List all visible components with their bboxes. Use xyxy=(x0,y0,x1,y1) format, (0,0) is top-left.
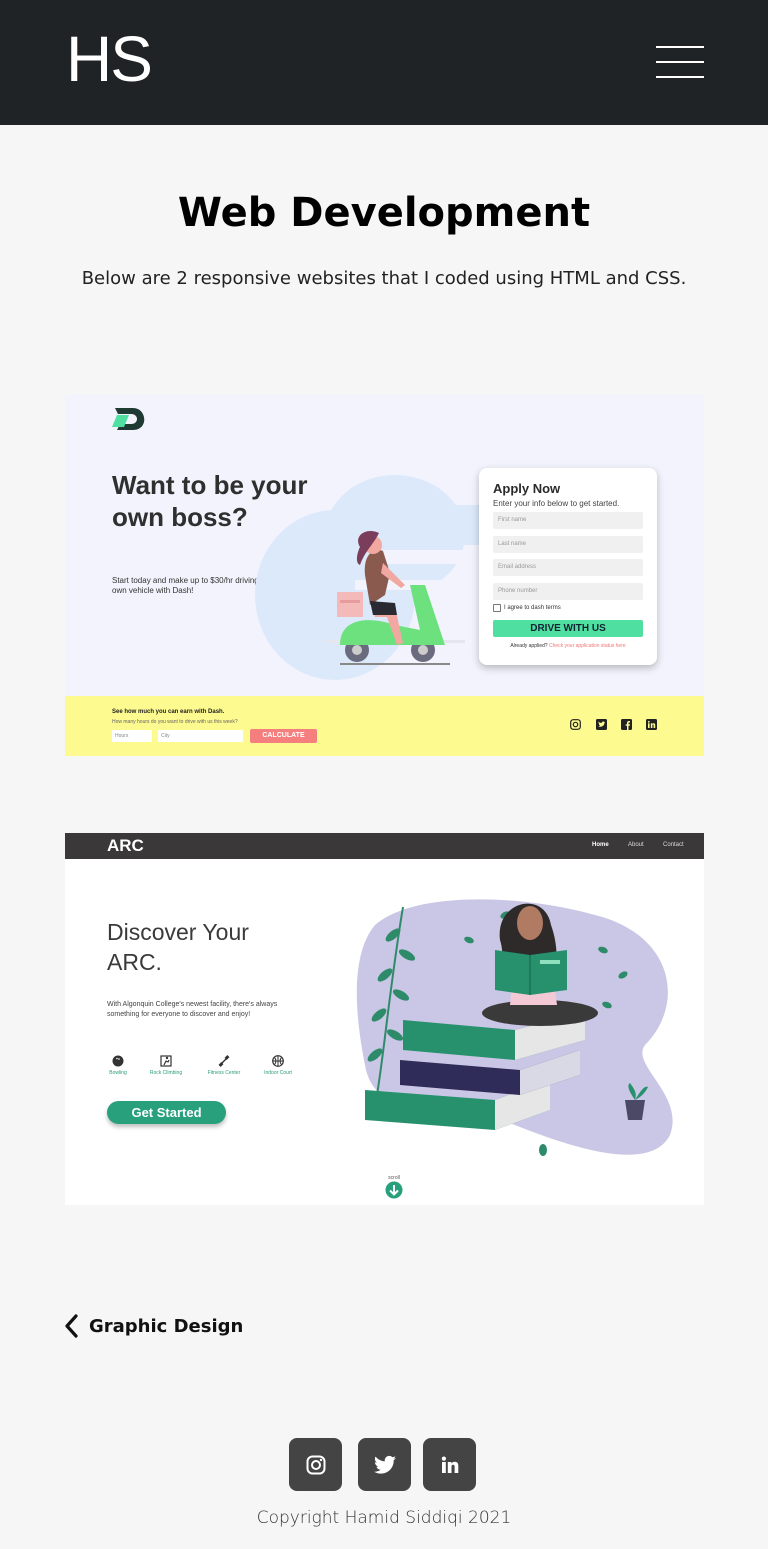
arc-subtext: With Algonquin College's newest facility… xyxy=(107,1001,278,1018)
calculate-button[interactable]: CALCULATE xyxy=(250,729,317,743)
earnings-calculator: See how much you can earn with Dash. How… xyxy=(65,696,704,756)
linkedin-icon xyxy=(441,1456,458,1473)
footer-instagram-button[interactable] xyxy=(289,1438,342,1491)
email-field[interactable]: Email address xyxy=(493,559,643,576)
scooter-illustration xyxy=(255,475,485,680)
calc-title: See how much you can earn with Dash. xyxy=(112,709,225,715)
basketball-icon xyxy=(272,1055,284,1067)
facebook-icon[interactable] xyxy=(621,719,632,730)
arrow-down-circle-icon xyxy=(385,1181,403,1199)
arc-feature-fitness-center: Fitness Center xyxy=(199,1055,249,1076)
chevron-left-icon xyxy=(65,1314,78,1338)
get-started-button[interactable]: Get Started xyxy=(107,1101,226,1124)
agree-terms-label: I agree to dash terms xyxy=(504,605,561,611)
arc-feature-label: Bowling xyxy=(109,1070,127,1076)
arc-navbar: ARC Home About Contact xyxy=(65,833,704,859)
arc-feature-rock-climbing: Rock Climbing xyxy=(141,1055,191,1076)
site-header: HS xyxy=(0,0,768,125)
arc-feature-label: Indoor Court xyxy=(264,1070,292,1076)
apply-subtitle: Enter your info below to get started. xyxy=(493,499,620,508)
calc-subtitle: How many hours do you want to drive with… xyxy=(112,719,238,725)
last-name-field[interactable]: Last name xyxy=(493,536,643,553)
copyright-text: Copyright Hamid Siddiqi 2021 xyxy=(256,1508,512,1528)
dash-website-screenshot[interactable]: Want to be your own boss? Start today an… xyxy=(65,395,704,756)
agree-terms-checkbox[interactable]: I agree to dash terms xyxy=(493,604,561,612)
arc-website-screenshot[interactable]: ARC Home About Contact Discover Your ARC… xyxy=(65,833,704,1205)
apply-footer: Already applied? Check your application … xyxy=(479,643,657,649)
apply-form-card: Apply Now Enter your info below to get s… xyxy=(479,468,657,665)
drive-with-us-button[interactable]: DRIVE WITH US xyxy=(493,620,643,637)
arc-feature-label: Rock Climbing xyxy=(149,1070,183,1076)
already-applied-text: Already applied? xyxy=(510,643,548,649)
scroll-indicator[interactable]: scroll xyxy=(385,1175,403,1203)
page-intro: Below are 2 responsive websites that I c… xyxy=(81,268,687,289)
linkedin-icon[interactable] xyxy=(646,719,657,730)
page-title: Web Development xyxy=(177,190,591,236)
menu-icon[interactable] xyxy=(656,44,704,80)
arc-feature-bowling: Bowling xyxy=(93,1055,143,1076)
back-to-graphic-design-link[interactable]: Graphic Design xyxy=(63,1314,243,1338)
apply-title: Apply Now xyxy=(493,481,561,496)
arc-feature-label: Fitness Center xyxy=(207,1070,241,1076)
arc-logo: ARC xyxy=(107,836,144,855)
phone-field[interactable]: Phone number xyxy=(493,583,643,600)
back-link-label: Graphic Design xyxy=(89,1315,244,1337)
arc-headline: Discover Your ARC. xyxy=(107,919,249,975)
arc-nav-about[interactable]: About xyxy=(628,842,644,848)
climbing-icon xyxy=(160,1055,172,1067)
bowling-icon xyxy=(112,1055,124,1067)
hours-input[interactable]: Hours xyxy=(112,730,152,742)
reading-girl-illustration xyxy=(356,899,673,1156)
city-input[interactable]: City xyxy=(158,730,243,742)
instagram-icon xyxy=(306,1455,325,1474)
arc-nav-home[interactable]: Home xyxy=(592,842,609,848)
dumbbell-icon xyxy=(218,1055,230,1067)
instagram-icon[interactable] xyxy=(570,719,581,730)
arc-nav-contact[interactable]: Contact xyxy=(663,842,684,848)
arc-feature-indoor-court: Indoor Court xyxy=(253,1055,303,1076)
first-name-field[interactable]: First name xyxy=(493,512,643,529)
footer-linkedin-button[interactable] xyxy=(423,1438,476,1491)
site-logo[interactable]: HS xyxy=(66,24,153,94)
check-status-link[interactable]: Check your application status here xyxy=(549,643,626,649)
dash-logo-icon xyxy=(112,408,145,430)
checkbox-icon xyxy=(493,604,501,612)
footer-twitter-button[interactable] xyxy=(358,1438,411,1491)
twitter-icon[interactable] xyxy=(596,719,607,730)
twitter-icon xyxy=(373,1455,396,1474)
